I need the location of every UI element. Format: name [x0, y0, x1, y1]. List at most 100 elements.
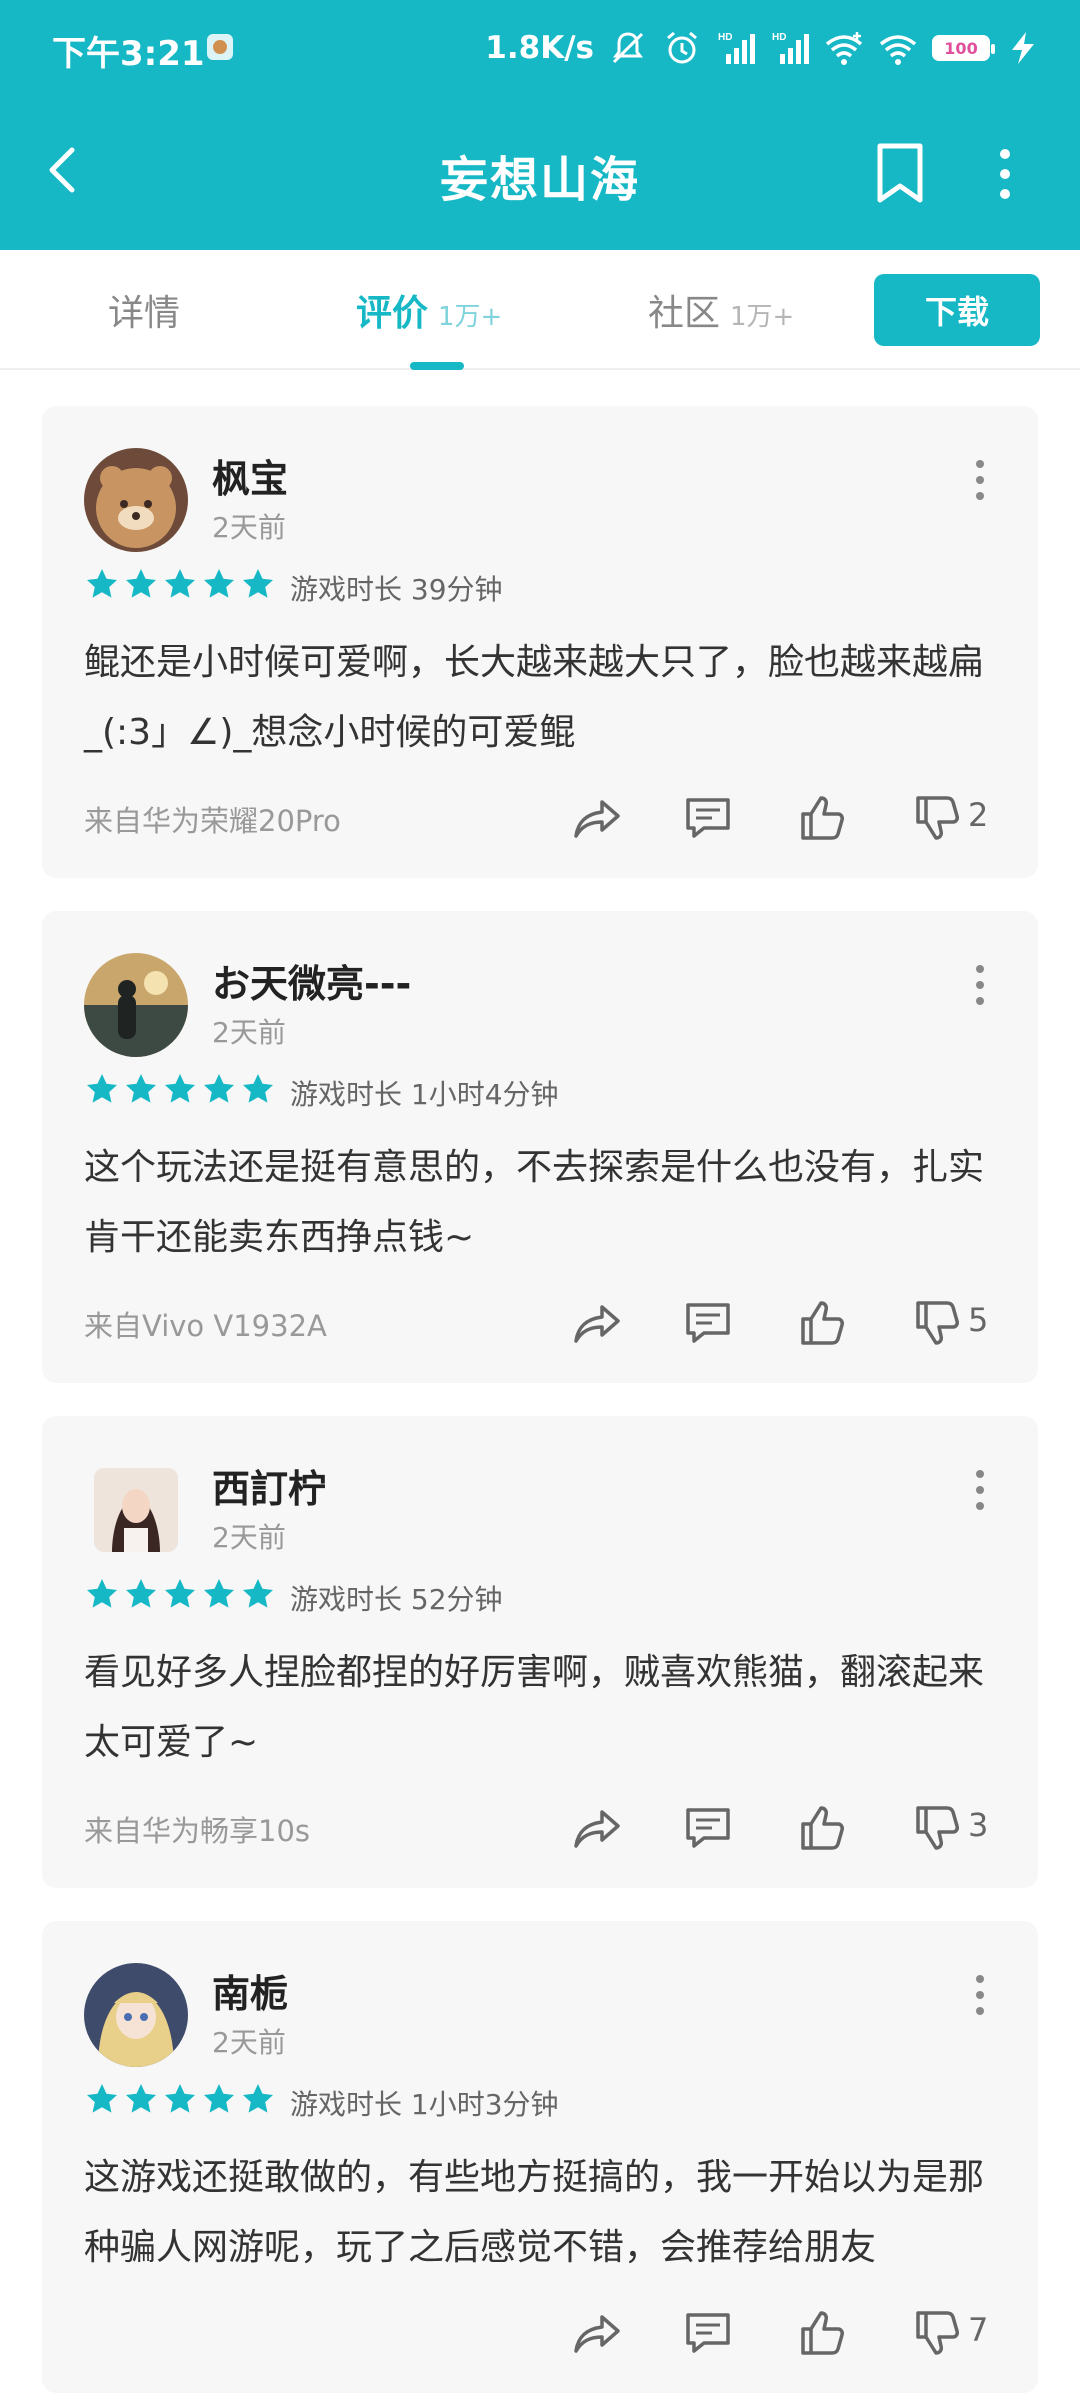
review-actions: 2: [572, 786, 1002, 846]
tab-label: 详情: [108, 293, 181, 334]
avatar[interactable]: [84, 448, 188, 552]
play-time: 游戏时长 52分钟: [290, 1583, 503, 1616]
review-list: 枫宝 2天前 游戏时长 39分钟 鲲还是小时候可爱啊，长大越来越大只了，脸也越来…: [42, 406, 1038, 2400]
review-time: 2天前: [212, 2026, 286, 2059]
review-time: 2天前: [212, 511, 286, 544]
svg-text:HD: HD: [772, 32, 786, 43]
more-vertical-icon[interactable]: [972, 1468, 988, 1512]
thumbs-up-icon[interactable]: [797, 1802, 849, 1854]
username[interactable]: 南栀: [212, 1963, 288, 2018]
dislike-count: 5: [968, 1301, 989, 1339]
star-icon: [126, 2084, 156, 2113]
share-icon[interactable]: [572, 2307, 624, 2359]
star-icon: [87, 1074, 117, 1103]
comment-icon[interactable]: [682, 1802, 734, 1854]
more-vertical-icon[interactable]: [990, 144, 1020, 204]
username[interactable]: 西訂柠: [212, 1458, 326, 1513]
star-icon: [126, 1579, 156, 1608]
device-info: 来自Vivo V1932A: [84, 1309, 327, 1343]
star-icon: [243, 1579, 273, 1608]
thumbs-up-icon[interactable]: [797, 1297, 849, 1349]
tab-community[interactable]: 社区 1万+: [648, 284, 794, 336]
star-icon: [126, 569, 156, 598]
download-button[interactable]: 下载: [874, 274, 1040, 346]
star-icon: [204, 1579, 234, 1608]
hd-signal-icon: HD: [718, 32, 755, 64]
svg-text:HD: HD: [718, 32, 732, 43]
thumbs-down-icon[interactable]: [912, 1802, 964, 1854]
top-app-bar: 下午3:21 1.8K/s HD HD 100 妄想山海: [0, 0, 1080, 250]
status-time: 下午3:21: [52, 34, 205, 74]
wifi-plus-icon: [825, 32, 863, 65]
device-info: 来自华为畅享10s: [84, 1814, 311, 1848]
play-time: 游戏时长 1小时4分钟: [290, 1078, 559, 1111]
tab-details[interactable]: 详情: [108, 284, 180, 336]
star-icon: [165, 569, 195, 598]
status-right: 1.8K/s HD HD 100: [485, 24, 1044, 72]
device-info: 来自华为荣耀20Pro: [84, 804, 341, 838]
avatar[interactable]: [84, 953, 188, 1057]
thumbs-down-icon[interactable]: [912, 792, 964, 844]
charging-icon: [1012, 32, 1034, 64]
alarm-icon: [667, 31, 697, 64]
avatar[interactable]: [94, 1468, 178, 1552]
network-speed: 1.8K/s: [485, 30, 594, 66]
battery-icon: 100: [932, 35, 995, 61]
star-icon: [87, 2084, 117, 2113]
review-text[interactable]: 看见好多人捏脸都捏的好厉害啊，贼喜欢熊猫，翻滚起来太可爱了~: [84, 1638, 1004, 1778]
comment-icon[interactable]: [682, 2307, 734, 2359]
review-card: 南栀 2天前 游戏时长 1小时3分钟 这游戏还挺敢做的，有些地方挺搞的，我一开始…: [42, 1921, 1038, 2393]
star-icon: [243, 2084, 273, 2113]
hd-signal-icon: HD: [772, 32, 809, 64]
star-icon: [87, 1579, 117, 1608]
bookmark-icon[interactable]: [872, 142, 928, 204]
tab-count: 1万+: [438, 302, 503, 332]
thumbs-down-icon[interactable]: [912, 2307, 964, 2359]
share-icon[interactable]: [572, 792, 624, 844]
star-icon: [126, 1074, 156, 1103]
username[interactable]: 枫宝: [212, 448, 288, 503]
share-icon[interactable]: [572, 1297, 624, 1349]
thumbs-up-icon[interactable]: [797, 2307, 849, 2359]
star-rating: [84, 2081, 276, 2117]
dislike-count: 2: [968, 796, 989, 834]
review-text[interactable]: 这个玩法还是挺有意思的，不去探索是什么也没有，扎实肯干还能卖东西挣点钱~: [84, 1133, 1004, 1273]
review-card: お天微亮--- 2天前 游戏时长 1小时4分钟 这个玩法还是挺有意思的，不去探索…: [42, 911, 1038, 1383]
star-icon: [165, 1074, 195, 1103]
review-card: 西訂柠 2天前 游戏时长 52分钟 看见好多人捏脸都捏的好厉害啊，贼喜欢熊猫，翻…: [42, 1416, 1038, 1888]
star-icon: [204, 569, 234, 598]
tab-count: 1万+: [730, 302, 795, 332]
status-bar: 下午3:21 1.8K/s HD HD 100: [0, 0, 1080, 96]
thumbs-up-icon[interactable]: [797, 792, 849, 844]
review-actions: 5: [572, 1291, 1002, 1351]
star-icon: [165, 2084, 195, 2113]
more-vertical-icon[interactable]: [972, 963, 988, 1007]
more-vertical-icon[interactable]: [972, 1973, 988, 2017]
star-icon: [204, 2084, 234, 2113]
star-icon: [165, 1579, 195, 1608]
app-notification-icon: [207, 34, 233, 60]
star-icon: [204, 1074, 234, 1103]
tab-bar: 详情 评价 1万+ 社区 1万+ 下载: [0, 250, 1080, 370]
review-actions: 3: [572, 1796, 1002, 1856]
mute-bell-icon: [612, 32, 644, 64]
thumbs-down-icon[interactable]: [912, 1297, 964, 1349]
comment-icon[interactable]: [682, 792, 734, 844]
wifi-icon: [879, 35, 917, 65]
username[interactable]: お天微亮---: [212, 953, 411, 1008]
star-icon: [243, 1074, 273, 1103]
avatar[interactable]: [84, 1963, 188, 2067]
dislike-count: 3: [968, 1806, 989, 1844]
review-text[interactable]: 鲲还是小时候可爱啊，长大越来越大只了，脸也越来越扁_(:3」∠)_想念小时候的可…: [84, 628, 1004, 768]
tab-reviews[interactable]: 评价 1万+: [356, 284, 502, 336]
star-rating: [84, 566, 276, 602]
review-time: 2天前: [212, 1521, 286, 1554]
tab-label: 社区: [648, 293, 721, 334]
share-icon[interactable]: [572, 1802, 624, 1854]
review-card: 枫宝 2天前 游戏时长 39分钟 鲲还是小时候可爱啊，长大越来越大只了，脸也越来…: [42, 406, 1038, 878]
comment-icon[interactable]: [682, 1297, 734, 1349]
more-vertical-icon[interactable]: [972, 458, 988, 502]
dislike-count: 7: [968, 2311, 989, 2349]
star-icon: [87, 569, 117, 598]
review-text[interactable]: 这游戏还挺敢做的，有些地方挺搞的，我一开始以为是那种骗人网游呢，玩了之后感觉不错…: [84, 2143, 1004, 2283]
